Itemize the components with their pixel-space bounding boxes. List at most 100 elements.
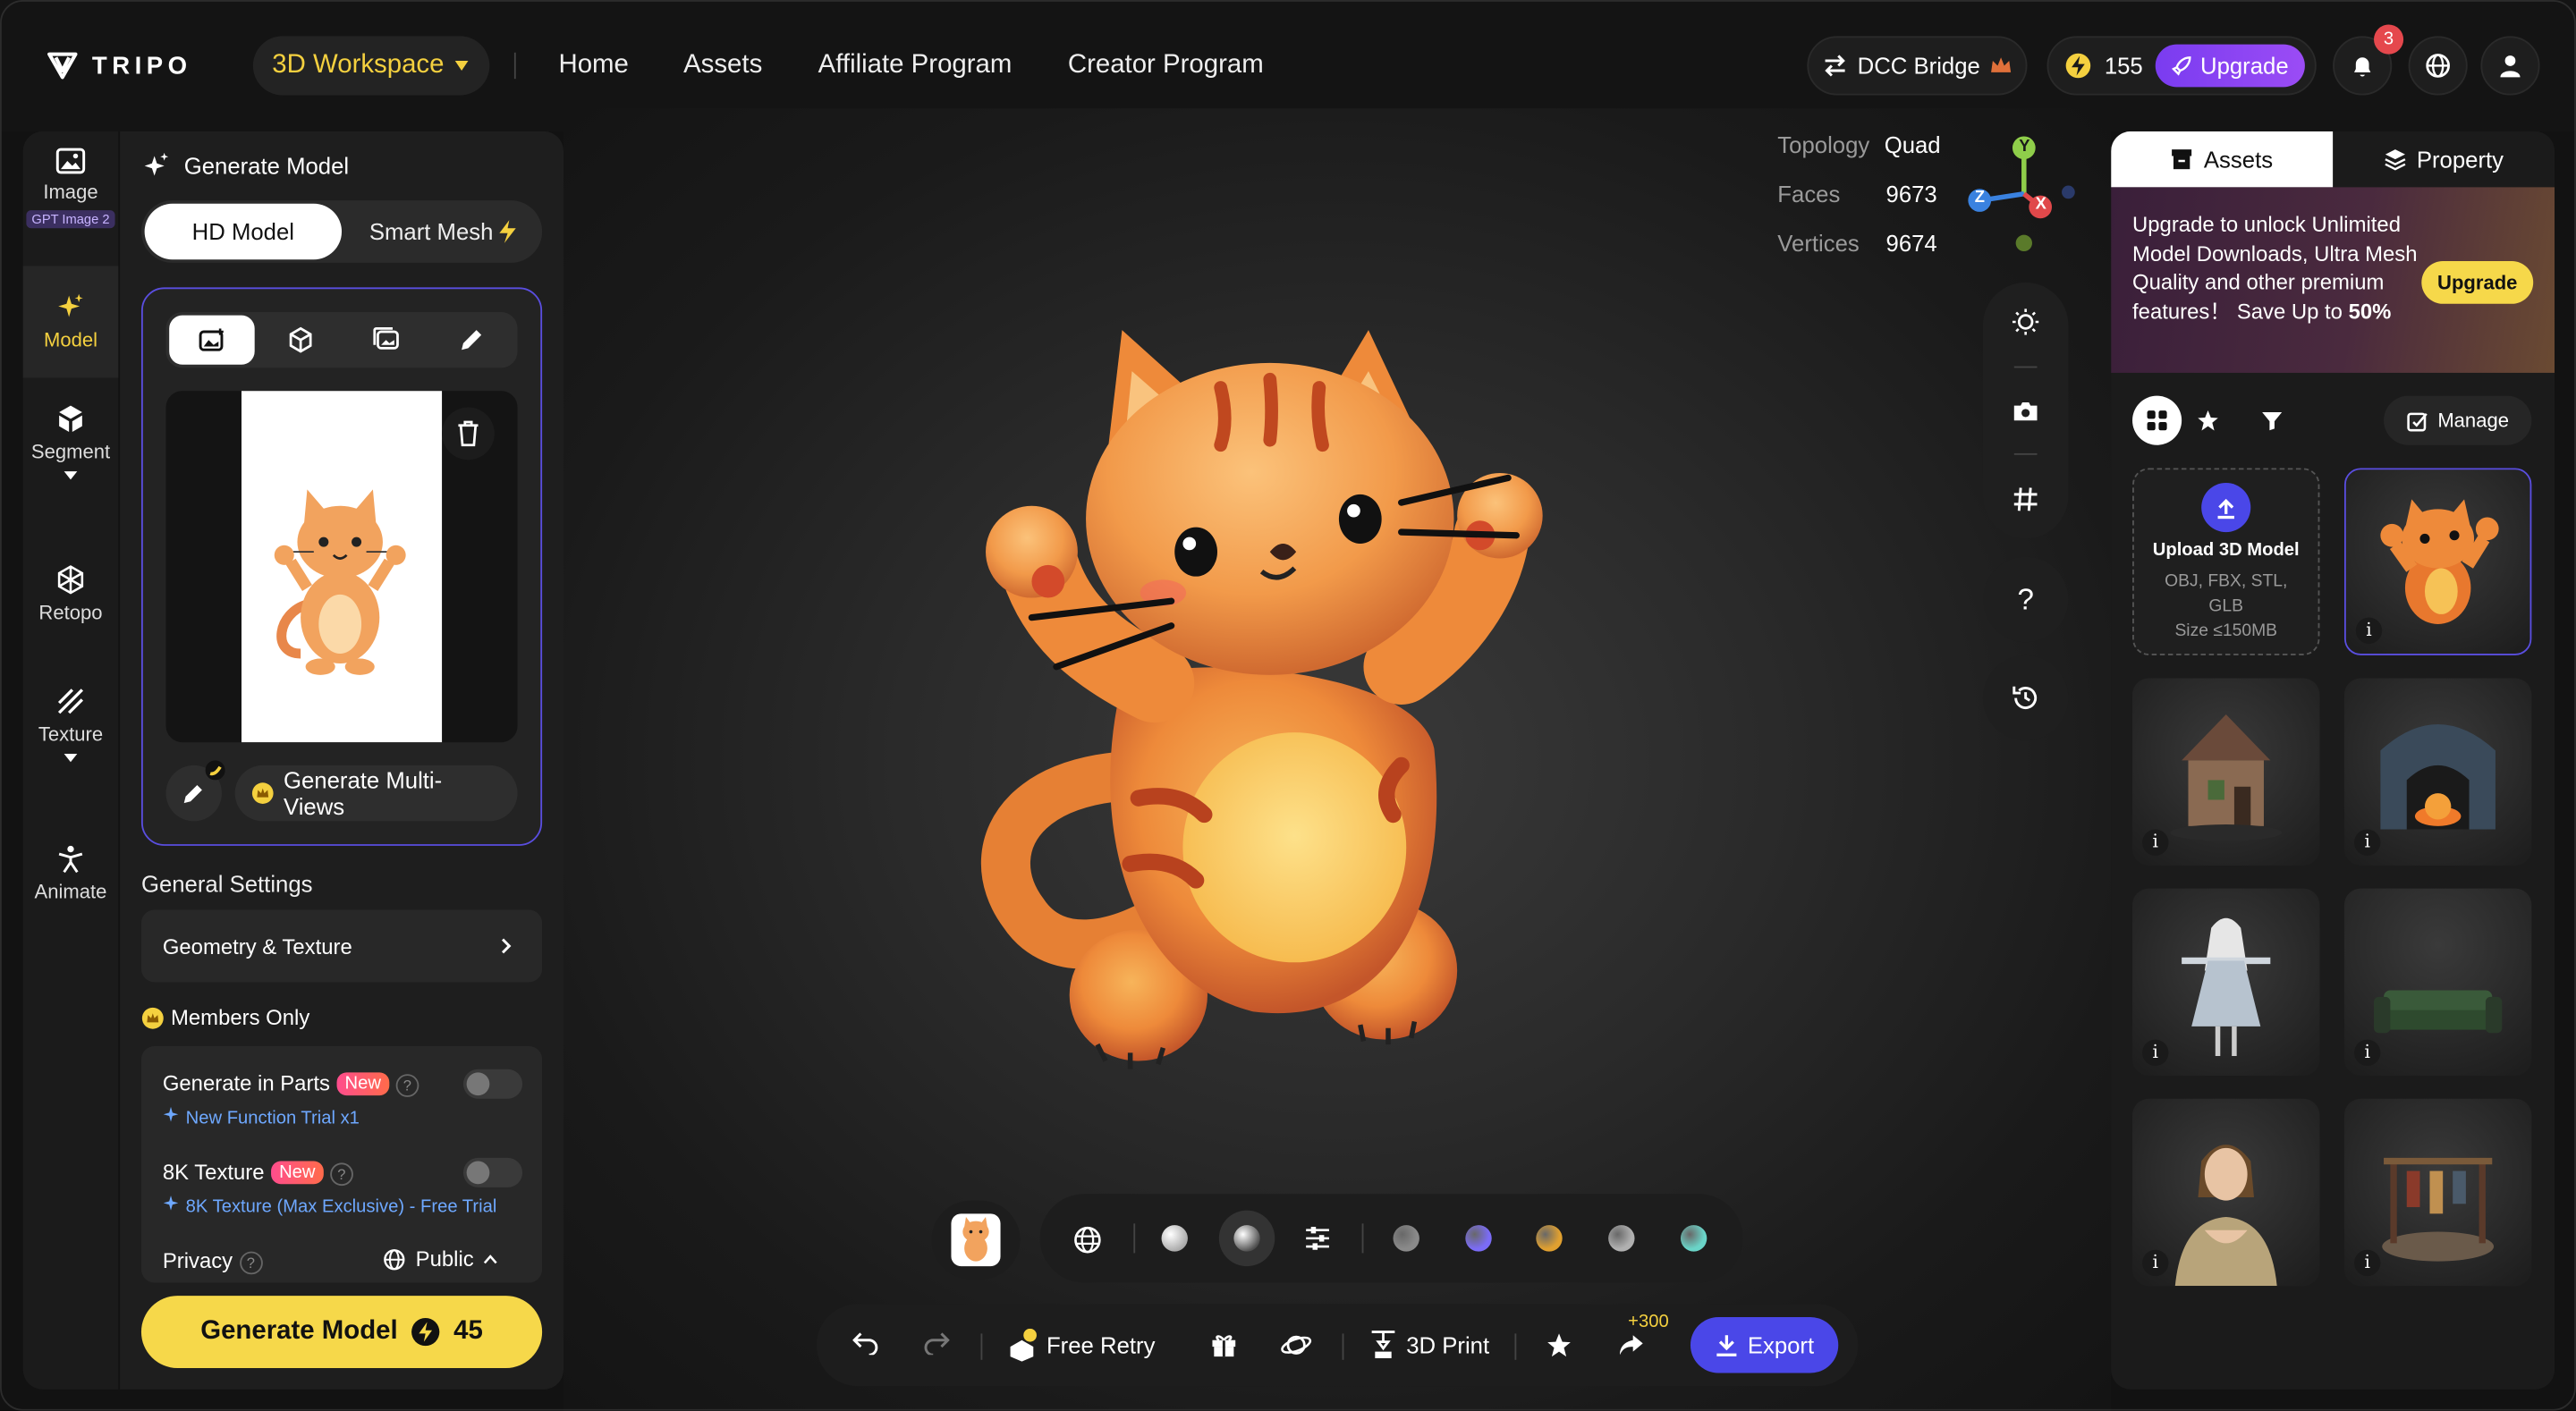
help-icon[interactable]: ? bbox=[330, 1162, 353, 1187]
mode-hd-model[interactable]: HD Model bbox=[144, 203, 343, 260]
redo-button[interactable] bbox=[923, 1332, 950, 1364]
axis-y-label: Y bbox=[2019, 138, 2030, 156]
tab-assets-label: Assets bbox=[2203, 146, 2274, 173]
dcc-bridge-button[interactable]: DCC Bridge bbox=[1807, 36, 2028, 96]
caret-down-icon bbox=[64, 471, 78, 480]
filter-favorites-button[interactable] bbox=[2183, 396, 2233, 445]
grid-toggle-button[interactable] bbox=[2012, 486, 2038, 521]
model-thumbnail-button[interactable] bbox=[931, 1200, 1021, 1280]
textured-shading-button[interactable] bbox=[1218, 1210, 1275, 1267]
asset-tile-house[interactable]: i bbox=[2132, 678, 2320, 866]
filter-all-button[interactable] bbox=[2132, 395, 2182, 445]
asset-tile-cat[interactable]: i bbox=[2343, 468, 2532, 655]
material-swatch-teal[interactable] bbox=[1680, 1225, 1707, 1252]
ar-view-button[interactable] bbox=[1280, 1331, 1313, 1368]
favorite-button[interactable] bbox=[1546, 1332, 1572, 1367]
material-swatch-gold[interactable] bbox=[1536, 1225, 1563, 1252]
viewport-tools bbox=[1982, 282, 2069, 539]
material-swatch-grey[interactable] bbox=[1393, 1225, 1419, 1252]
tab-assets[interactable]: Assets bbox=[2111, 131, 2334, 188]
tab-3d-input[interactable] bbox=[258, 316, 343, 365]
profile-button[interactable] bbox=[2480, 36, 2540, 96]
asset-tile-portrait[interactable]: i bbox=[2132, 1098, 2320, 1287]
delete-image-button[interactable] bbox=[442, 407, 495, 460]
rail-label-image: Image bbox=[43, 181, 98, 204]
manage-button[interactable]: Manage bbox=[2384, 395, 2532, 445]
rail-item-texture[interactable]: Texture bbox=[23, 687, 119, 789]
export-button[interactable]: Export bbox=[1690, 1317, 1839, 1373]
promo-upgrade-button[interactable]: Upgrade bbox=[2421, 261, 2534, 304]
generate-model-button[interactable]: Generate Model 45 bbox=[140, 1296, 543, 1368]
rail-item-segment[interactable]: Segment bbox=[23, 404, 119, 512]
adjust-settings-button[interactable] bbox=[1304, 1225, 1330, 1260]
texture-8k-toggle[interactable] bbox=[462, 1157, 523, 1187]
chevron-up-icon bbox=[484, 1254, 498, 1263]
lighting-button[interactable] bbox=[2012, 308, 2039, 343]
rail-item-retopo[interactable]: Retopo bbox=[23, 565, 119, 647]
nav-assets[interactable]: Assets bbox=[683, 51, 762, 80]
help-button[interactable]: ? bbox=[1982, 556, 2069, 643]
language-button[interactable] bbox=[2408, 36, 2468, 96]
upload-3d-model-tile[interactable]: Upload 3D Model OBJ, FBX, STL, GLB Size … bbox=[2132, 468, 2320, 655]
material-swatch-chrome[interactable] bbox=[1608, 1225, 1635, 1252]
generate-cost: 45 bbox=[453, 1317, 483, 1346]
tab-sketch[interactable] bbox=[428, 316, 514, 365]
cube-split-icon bbox=[59, 405, 82, 433]
privacy-select[interactable]: Public bbox=[383, 1246, 498, 1272]
help-icon[interactable]: ? bbox=[239, 1251, 263, 1275]
asset-tile-figure[interactable]: i bbox=[2132, 888, 2320, 1077]
asset-tile-fireplace[interactable]: i bbox=[2343, 678, 2532, 866]
nav-affiliate[interactable]: Affiliate Program bbox=[818, 51, 1013, 80]
wireframe-globe-button[interactable] bbox=[1072, 1225, 1102, 1263]
new-badge: New bbox=[336, 1072, 390, 1096]
help-icon[interactable]: ? bbox=[395, 1074, 419, 1097]
rail-label-model: Model bbox=[43, 328, 97, 352]
3d-print-button[interactable]: 3D Print bbox=[1370, 1321, 1489, 1370]
rail-label-texture: Texture bbox=[38, 722, 104, 746]
workspace-label: 3D Workspace bbox=[272, 50, 445, 80]
tab-multi-image[interactable] bbox=[343, 316, 429, 365]
generate-parts-toggle[interactable] bbox=[462, 1069, 523, 1099]
asset-tile-sofa[interactable]: i bbox=[2343, 888, 2532, 1077]
asset-info-button[interactable]: i bbox=[2353, 1039, 2381, 1067]
share-button[interactable] bbox=[1618, 1333, 1644, 1365]
asset-info-button[interactable]: i bbox=[2142, 1249, 2169, 1277]
tab-single-image[interactable] bbox=[169, 315, 255, 365]
filter-button[interactable] bbox=[2248, 396, 2297, 445]
asset-info-button[interactable]: i bbox=[2353, 1249, 2381, 1277]
nav-home[interactable]: Home bbox=[558, 51, 628, 80]
asset-info-button[interactable]: i bbox=[2355, 617, 2383, 644]
history-button[interactable] bbox=[1982, 655, 2069, 741]
asset-info-button[interactable]: i bbox=[2142, 1039, 2169, 1067]
rail-item-image[interactable]: Image GPT Image 2 bbox=[23, 148, 119, 259]
credits-count: 155 bbox=[2104, 52, 2143, 80]
free-retry-button[interactable]: Free Retry bbox=[1009, 1321, 1155, 1370]
header-upgrade-button[interactable]: Upgrade bbox=[2156, 44, 2306, 88]
tripo-logo[interactable]: TRIPO bbox=[46, 49, 191, 82]
notifications-button[interactable]: 3 bbox=[2333, 24, 2404, 96]
generate-multiviews-label: Generate Multi-Views bbox=[284, 766, 443, 820]
clay-shading-button[interactable] bbox=[1161, 1225, 1188, 1252]
workspace-dropdown[interactable]: 3D Workspace bbox=[252, 36, 490, 96]
edit-image-button[interactable] bbox=[165, 760, 225, 822]
cat-3d-model[interactable] bbox=[958, 322, 1648, 1094]
asset-info-button[interactable]: i bbox=[2142, 829, 2169, 856]
material-swatch-iridescent[interactable] bbox=[1465, 1225, 1492, 1252]
asset-info-button[interactable]: i bbox=[2353, 829, 2381, 856]
asset-tile-stall[interactable]: i bbox=[2343, 1098, 2532, 1287]
undo-button[interactable] bbox=[852, 1332, 878, 1364]
geometry-texture-row[interactable]: Geometry & Texture bbox=[140, 909, 543, 983]
screenshot-button[interactable] bbox=[2012, 399, 2038, 430]
rail-item-model[interactable]: Model bbox=[22, 266, 119, 378]
tool-divider bbox=[2013, 452, 2038, 455]
crown-coin-icon bbox=[141, 1006, 164, 1028]
gift-button[interactable] bbox=[1211, 1332, 1237, 1367]
nav-creator[interactable]: Creator Program bbox=[1068, 51, 1264, 80]
layers-icon bbox=[2385, 149, 2406, 171]
generate-multiviews-button[interactable]: Generate Multi-Views bbox=[234, 765, 518, 822]
image-preview bbox=[165, 391, 518, 743]
sparkle-icon bbox=[163, 1106, 179, 1122]
rail-item-animate[interactable]: Animate bbox=[23, 844, 119, 926]
mode-smart-mesh[interactable]: Smart Mesh bbox=[348, 204, 538, 259]
tab-property[interactable]: Property bbox=[2333, 131, 2555, 187]
